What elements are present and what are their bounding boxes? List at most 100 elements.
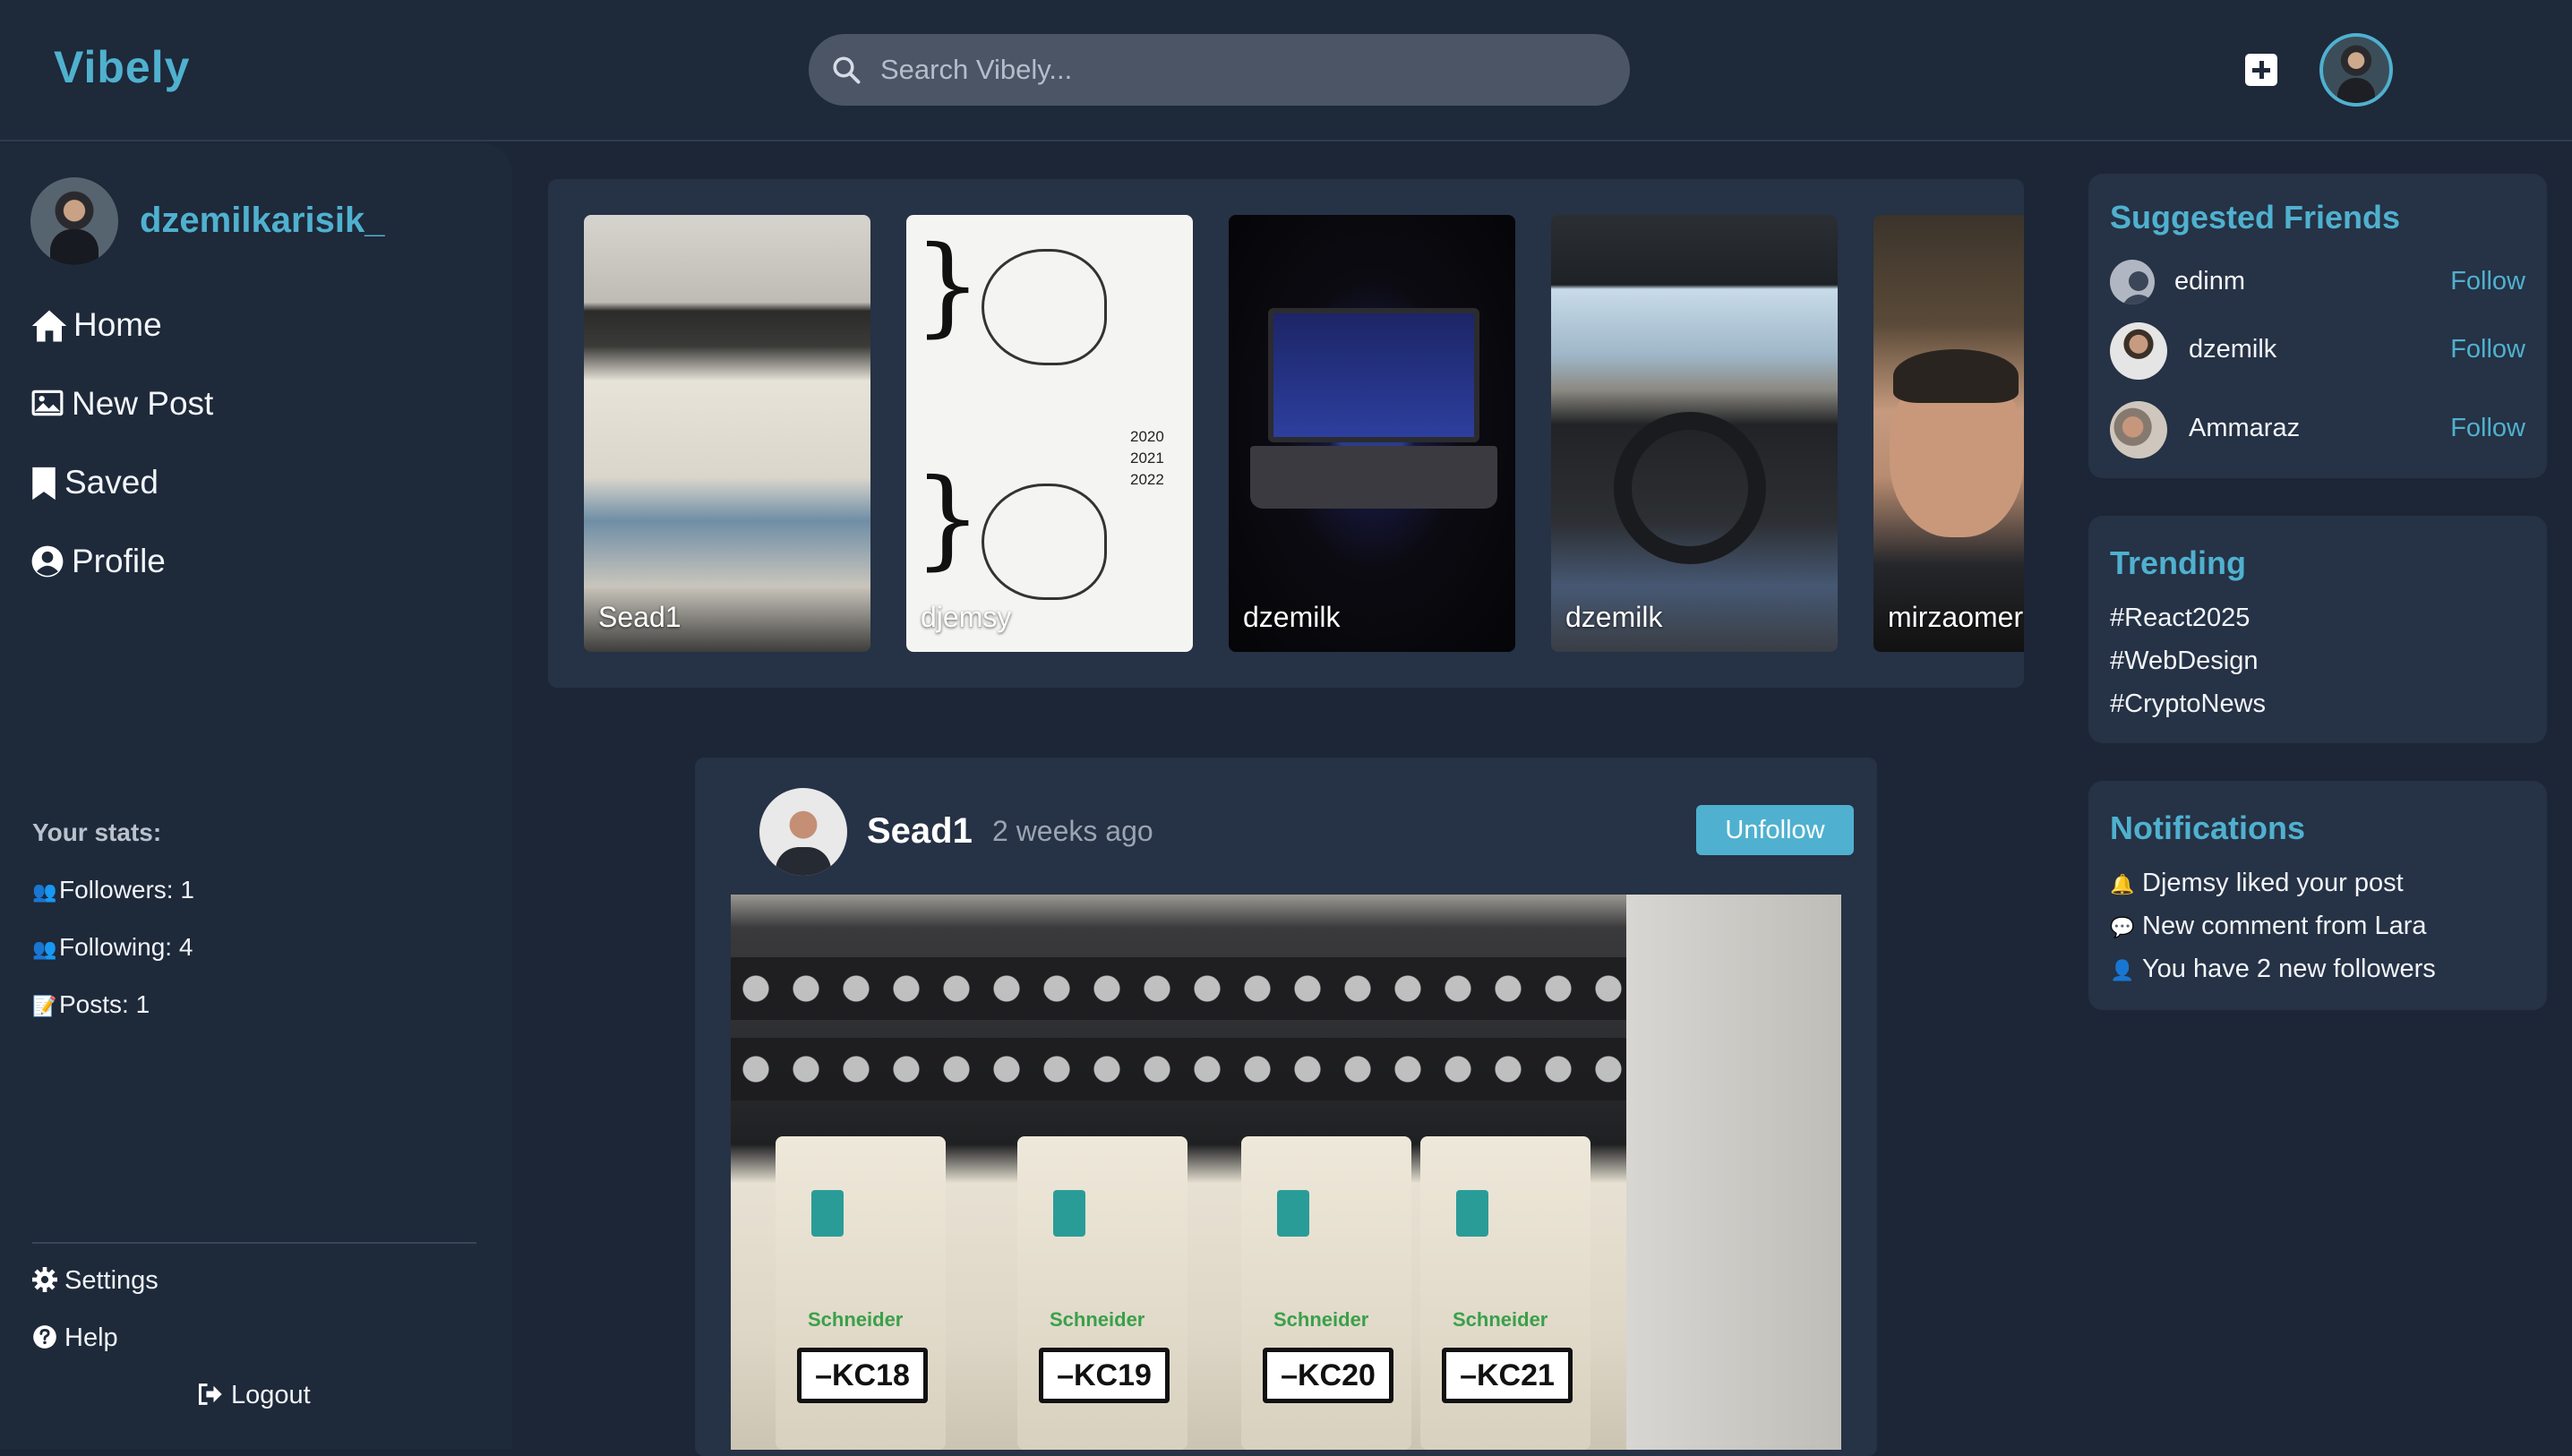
card-title: Suggested Friends [2110, 199, 2401, 236]
friend-name[interactable]: dzemilk [2189, 335, 2276, 364]
story-username: dzemilk [1243, 601, 1341, 633]
follow-button[interactable]: Follow [2450, 267, 2525, 296]
avatar[interactable] [30, 177, 118, 265]
avatar[interactable] [759, 788, 847, 876]
memo-icon: 📝 [32, 995, 57, 1017]
meme-face [982, 484, 1107, 600]
story-username: Sead1 [598, 601, 682, 633]
image-brand-text: Schneider [1273, 1308, 1369, 1331]
post-card: Sead1 2 weeks ago Unfollow Schneider –KC… [695, 758, 1877, 1456]
stat-text: Posts: 1 [59, 990, 150, 1018]
top-bar: Vibely [0, 0, 2572, 141]
search-bar[interactable] [809, 34, 1630, 106]
account-avatar[interactable] [2319, 33, 2393, 107]
meme-year: 2020 [1130, 428, 1164, 445]
bookmark-icon [32, 467, 56, 501]
image-brand-text: Schneider [808, 1308, 904, 1331]
nav-label: Profile [72, 543, 166, 579]
post-image[interactable]: Schneider –KC18 Schneider –KC19 Schneide… [731, 895, 1841, 1450]
notification-text: You have 2 new followers [2142, 955, 2436, 983]
avatar[interactable] [2110, 401, 2167, 458]
logout-icon [198, 1383, 222, 1405]
trending-tag[interactable]: #WebDesign [2110, 647, 2259, 676]
users-icon: 👥 [32, 880, 57, 903]
divider [32, 1242, 476, 1244]
logout-link[interactable]: Logout [197, 1381, 311, 1410]
story-card[interactable]: Sead1 [584, 215, 870, 652]
search-input[interactable] [880, 34, 1606, 106]
stat-posts: 📝Posts: 1 [32, 990, 150, 1019]
post-timestamp: 2 weeks ago [992, 815, 1153, 847]
image-tag: –KC20 [1263, 1348, 1393, 1403]
stat-following: 👥Following: 4 [32, 933, 193, 962]
image-relay: Schneider –KC19 [1017, 1136, 1187, 1450]
meme-year: 2021 [1130, 450, 1164, 467]
logout-label: Logout [231, 1381, 311, 1409]
story-card[interactable]: dzemilk [1551, 215, 1838, 652]
help-link[interactable]: Help [32, 1323, 118, 1353]
friend-row: Ammaraz Follow [2110, 401, 2525, 458]
meme-years: 2020 2021 2022 [1130, 426, 1164, 491]
friend-row: edinm Follow [2110, 254, 2525, 312]
nav-label: Home [73, 306, 162, 343]
story-image-hair [1893, 349, 2019, 403]
nav-label: New Post [72, 385, 214, 422]
story-card[interactable]: mirzaomer [1873, 215, 2024, 652]
trending-card: Trending #React2025 #WebDesign #CryptoNe… [2088, 516, 2547, 743]
settings-link[interactable]: Settings [32, 1266, 159, 1296]
notification-text: Djemsy liked your post [2142, 869, 2404, 897]
default-avatar-icon[interactable] [2110, 260, 2155, 304]
image-tag: –KC21 [1442, 1348, 1573, 1403]
image-detail [1456, 1190, 1488, 1237]
story-image-laptop [1268, 308, 1479, 442]
stat-followers: 👥Followers: 1 [32, 876, 194, 904]
image-detail [1626, 895, 1841, 1450]
image-tag: –KC18 [797, 1348, 928, 1403]
stats-title: Your stats: [32, 818, 162, 846]
story-card[interactable]: } } 2020 2021 2022 djemsy [906, 215, 1193, 652]
question-circle-icon [33, 1325, 56, 1349]
speech-bubble-icon: 💬 [2110, 916, 2135, 938]
avatar[interactable] [2110, 322, 2167, 380]
meme-brace: } [913, 224, 982, 348]
follow-button[interactable]: Follow [2450, 414, 2525, 443]
image-detail [811, 1190, 844, 1237]
image-icon [31, 390, 64, 416]
notification-item[interactable]: 🔔 Djemsy liked your post [2110, 869, 2404, 898]
notifications-card: Notifications 🔔 Djemsy liked your post 💬 N… [2088, 781, 2547, 1010]
stories-strip: Sead1 } } 2020 2021 2022 djemsy dzemilk … [548, 179, 2024, 688]
story-image-keyboard [1250, 446, 1497, 509]
post-author[interactable]: Sead1 [867, 811, 973, 852]
search-icon [833, 56, 861, 84]
image-relay: Schneider –KC18 [776, 1136, 946, 1450]
settings-label: Settings [64, 1266, 159, 1295]
image-tag: –KC19 [1039, 1348, 1170, 1403]
story-username: dzemilk [1565, 601, 1663, 633]
nav-label: Saved [64, 464, 159, 501]
card-title: Notifications [2110, 809, 2306, 846]
unfollow-button[interactable]: Unfollow [1696, 805, 1854, 855]
stat-text: Followers: 1 [59, 876, 194, 904]
user-icon: 👤 [2110, 959, 2135, 981]
trending-tag[interactable]: #CryptoNews [2110, 689, 2266, 719]
notification-item[interactable]: 👤 You have 2 new followers [2110, 955, 2436, 984]
notification-item[interactable]: 💬 New comment from Lara [2110, 912, 2427, 941]
story-username: mirzaomer [1888, 601, 2024, 633]
friend-name[interactable]: Ammaraz [2189, 414, 2300, 443]
bell-icon: 🔔 [2110, 873, 2135, 895]
left-sidebar: dzemilkarisik_ Home New Post Saved Profi… [0, 143, 512, 1449]
story-card[interactable]: dzemilk [1229, 215, 1515, 652]
friend-name[interactable]: edinm [2174, 267, 2245, 296]
image-relay: Schneider –KC21 [1420, 1136, 1590, 1450]
help-label: Help [64, 1323, 118, 1352]
meme-year: 2022 [1130, 471, 1164, 488]
friend-row: dzemilk Follow [2110, 322, 2525, 380]
add-post-icon[interactable] [2245, 54, 2277, 86]
follow-button[interactable]: Follow [2450, 335, 2525, 364]
username[interactable]: dzemilkarisik_ [140, 201, 385, 241]
users-icon: 👥 [32, 938, 57, 960]
brand-logo[interactable]: Vibely [54, 41, 190, 93]
image-brand-text: Schneider [1453, 1308, 1548, 1331]
trending-tag[interactable]: #React2025 [2110, 604, 2250, 633]
image-detail [1277, 1190, 1309, 1237]
